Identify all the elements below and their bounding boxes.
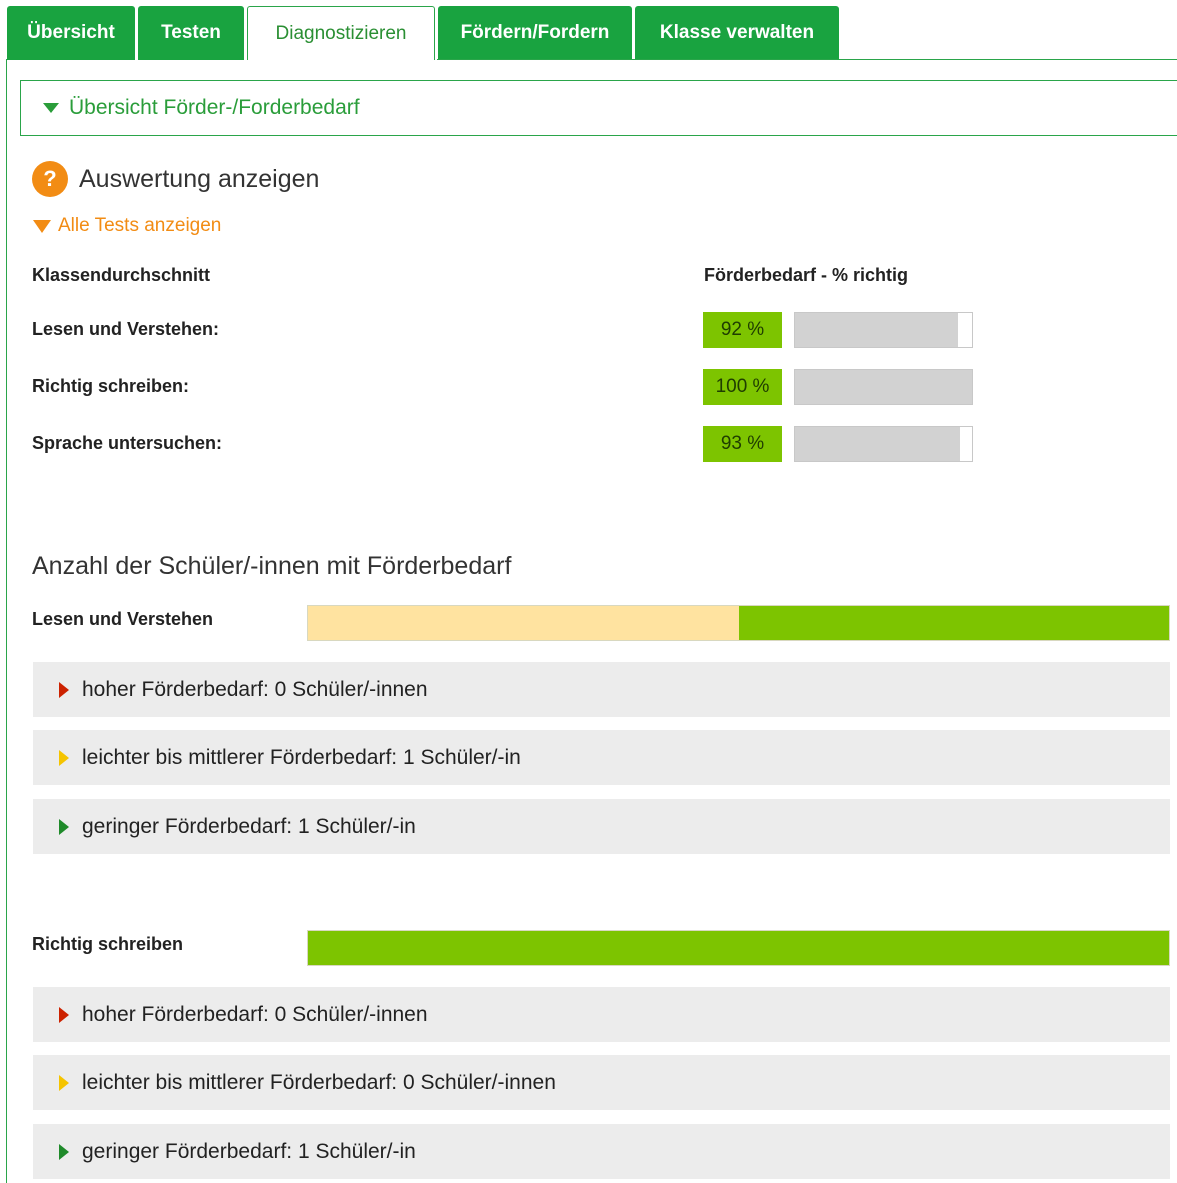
- group-label-schreiben: Richtig schreiben: [32, 934, 184, 954]
- segment-low: [738, 606, 1169, 640]
- segment-low: [308, 931, 1169, 965]
- average-label-schreiben: Richtig schreiben:: [32, 376, 190, 396]
- list-item-text: geringer Förderbedarf: 1 Schüler/-in: [82, 814, 416, 838]
- tab-testen[interactable]: Testen: [138, 6, 244, 60]
- evaluation-title: Auswertung anzeigen: [79, 164, 320, 193]
- triangle-down-icon: [43, 103, 59, 113]
- triangle-right-icon: [59, 1143, 69, 1160]
- tab-underline: [437, 59, 1177, 60]
- class-average-header: Klassendurchschnitt: [32, 265, 211, 285]
- triangle-down-icon: [33, 219, 51, 233]
- group-label-lesen: Lesen und Verstehen: [32, 609, 214, 629]
- all-tests-toggle[interactable]: Alle Tests anzeigen: [33, 215, 221, 237]
- all-tests-label: Alle Tests anzeigen: [58, 215, 222, 236]
- percent-bar-fill: [795, 370, 972, 404]
- triangle-right-icon: [59, 1074, 69, 1091]
- list-item-text: geringer Förderbedarf: 1 Schüler/-in: [82, 1139, 416, 1163]
- percent-bar-fill: [795, 427, 960, 461]
- list-item-high[interactable]: hoher Förderbedarf: 0 Schüler/-innen: [33, 662, 1170, 717]
- accordion-title: Übersicht Förder-/Forderbedarf: [69, 96, 360, 119]
- list-item-medium[interactable]: leichter bis mittlerer Förderbedarf: 0 S…: [33, 1055, 1170, 1110]
- tab-klasse-verwalten[interactable]: Klasse verwalten: [635, 6, 839, 60]
- triangle-right-icon: [59, 818, 69, 835]
- percent-correct-header: Förderbedarf - % richtig: [704, 265, 909, 285]
- tab-uebersicht[interactable]: Übersicht: [7, 6, 135, 60]
- list-item-text: leichter bis mittlerer Förderbedarf: 1 S…: [82, 745, 521, 769]
- list-item-text: hoher Förderbedarf: 0 Schüler/-innen: [82, 677, 428, 701]
- tab-foerdern-fordern[interactable]: Fördern/Fordern: [438, 6, 632, 60]
- percent-badge-sprache: 93 %: [703, 426, 782, 462]
- triangle-right-icon: [59, 1006, 69, 1023]
- average-label-sprache: Sprache untersuchen:: [32, 433, 223, 453]
- percent-bar-fill: [795, 313, 958, 347]
- help-icon[interactable]: ?: [32, 161, 68, 197]
- segment-medium: [308, 606, 739, 640]
- tab-bar: Übersicht Testen Diagnostizieren Fördern…: [7, 6, 842, 60]
- percent-bar-sprache: [794, 426, 973, 462]
- percent-bar-schreiben: [794, 369, 973, 405]
- distribution-bar-lesen: [307, 605, 1170, 641]
- percent-bar-lesen: [794, 312, 973, 348]
- triangle-right-icon: [59, 749, 69, 766]
- list-item-text: hoher Förderbedarf: 0 Schüler/-innen: [82, 1002, 428, 1026]
- percent-badge-lesen: 92 %: [703, 312, 782, 348]
- tab-diagnostizieren[interactable]: Diagnostizieren: [247, 6, 435, 60]
- triangle-right-icon: [59, 681, 69, 698]
- list-item-high[interactable]: hoher Förderbedarf: 0 Schüler/-innen: [33, 987, 1170, 1042]
- list-item-low[interactable]: geringer Förderbedarf: 1 Schüler/-in: [33, 1124, 1170, 1179]
- accordion-foerderbedarf[interactable]: Übersicht Förder-/Forderbedarf: [20, 80, 1177, 136]
- average-label-lesen: Lesen und Verstehen:: [32, 319, 220, 339]
- students-section-title: Anzahl der Schüler/-innen mit Förderbeda…: [32, 552, 512, 580]
- percent-badge-schreiben: 100 %: [703, 369, 782, 405]
- list-item-text: leichter bis mittlerer Förderbedarf: 0 S…: [82, 1070, 556, 1094]
- content-border: [6, 59, 7, 1183]
- evaluation-header: ? Auswertung anzeigen: [32, 161, 319, 197]
- list-item-low[interactable]: geringer Förderbedarf: 1 Schüler/-in: [33, 799, 1170, 854]
- list-item-medium[interactable]: leichter bis mittlerer Förderbedarf: 1 S…: [33, 730, 1170, 785]
- distribution-bar-schreiben: [307, 930, 1170, 966]
